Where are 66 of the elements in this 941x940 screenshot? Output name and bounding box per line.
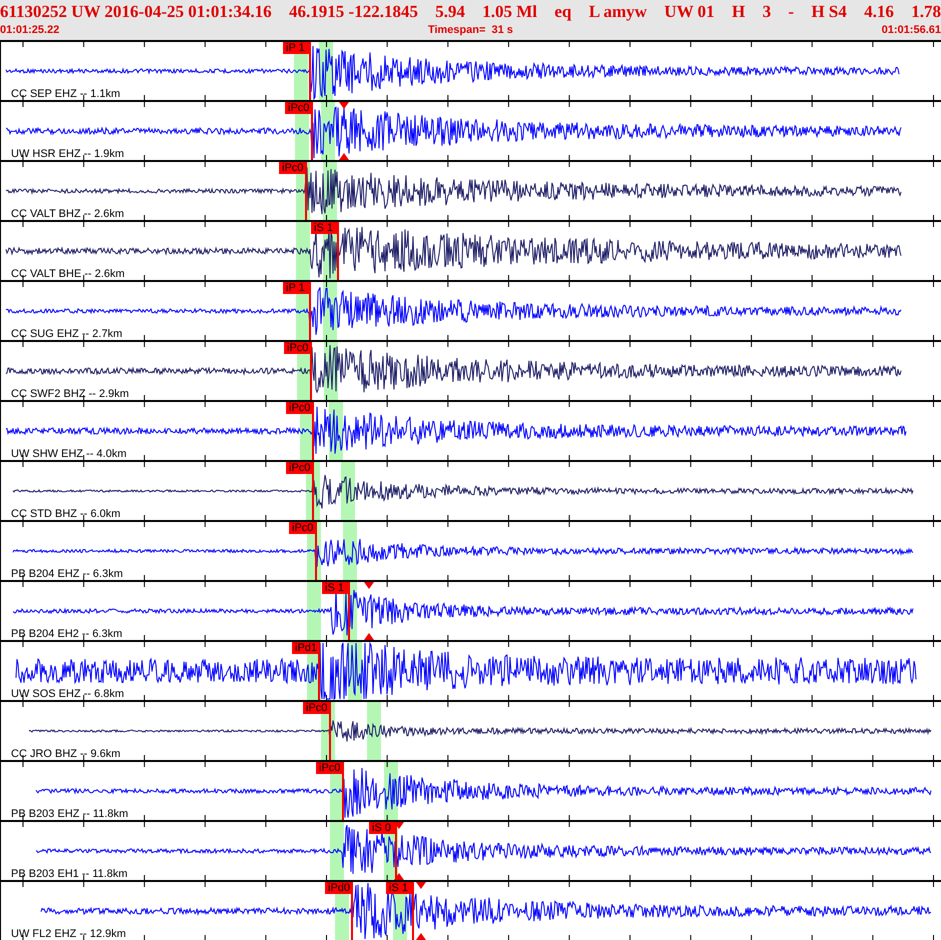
- pick-label[interactable]: iPc0: [289, 522, 316, 534]
- pick-line: [329, 702, 331, 760]
- event-summary-field: eq: [554, 2, 572, 22]
- pick-line: [305, 162, 307, 220]
- time-window-band: [367, 702, 381, 760]
- station-label: CC VALT BHE -- 2.6km: [11, 268, 125, 280]
- station-label: CC SWF2 BHZ -- 2.9km: [11, 388, 129, 400]
- pick-line: [348, 582, 350, 640]
- event-summary-field: 3: [762, 2, 771, 22]
- event-summary-field: 5.94: [435, 2, 466, 22]
- pick-label[interactable]: iP 1: [283, 42, 310, 54]
- event-summary-field: 61130252 UW 2016-04-25 01:01:34.16: [0, 2, 272, 22]
- event-summary-field: 46.1915 -122.1845: [289, 2, 418, 22]
- pick-label[interactable]: iPc0: [279, 162, 306, 174]
- start-time: 01:01:25.22: [0, 23, 60, 37]
- event-summary-field: 1.78: [911, 2, 941, 22]
- station-label: CC VALT BHZ -- 2.6km: [11, 208, 124, 220]
- event-summary-field: -: [788, 2, 794, 22]
- pick-line: [315, 522, 317, 580]
- pick-label[interactable]: iPc0: [285, 102, 312, 114]
- station-label: PB B204 EHZ -- 6.3km: [11, 568, 123, 580]
- station-label: CC STD BHZ -- 6.0km: [11, 508, 120, 520]
- pick-line: [309, 282, 311, 340]
- pick-line: [312, 462, 314, 520]
- pick-line: [310, 342, 312, 400]
- pick-label[interactable]: iPd0: [325, 882, 352, 894]
- pick-label[interactable]: iPc0: [284, 342, 311, 354]
- pick-label[interactable]: iPc0: [316, 762, 343, 774]
- time-window-band: [307, 582, 321, 640]
- pick-line: [351, 882, 353, 940]
- pick-label[interactable]: iS 1: [386, 882, 413, 894]
- pick-label[interactable]: iPc0: [286, 402, 313, 414]
- station-label: CC JRO BHZ -- 9.6km: [11, 748, 120, 760]
- event-summary-field: 4.16: [864, 2, 894, 22]
- time-window-band: [296, 222, 310, 280]
- pick-line: [412, 882, 414, 940]
- station-label: UW SOS EHZ -- 6.8km: [11, 688, 124, 700]
- pick-line: [318, 642, 320, 700]
- pick-line: [342, 762, 344, 820]
- pick-label[interactable]: iPc0: [303, 702, 330, 714]
- station-label: UW SHW EHZ -- 4.0km: [11, 448, 126, 460]
- time-window-band: [330, 822, 344, 880]
- station-label: PB B203 EHZ -- 11.8km: [11, 808, 128, 820]
- pick-label[interactable]: iS 1: [311, 222, 338, 234]
- station-label: PB B204 EH2 -- 6.3km: [11, 628, 122, 640]
- timespan-label: Timespan= 31 s: [428, 23, 514, 37]
- station-label: CC SEP EHZ -- 1.1km: [11, 88, 120, 100]
- event-summary-field: H S4: [811, 2, 847, 22]
- station-label: PB B203 EH1 -- 11.8km: [11, 868, 128, 880]
- pick-line: [309, 42, 311, 100]
- pick-line: [312, 402, 314, 460]
- pick-line: [337, 222, 339, 280]
- end-time: 01:01:56.61: [882, 23, 941, 37]
- event-summary-field: H: [732, 2, 746, 22]
- pick-label[interactable]: iPc0: [286, 462, 313, 474]
- pick-label[interactable]: iS 1: [322, 582, 349, 594]
- pick-line: [311, 102, 313, 160]
- station-label: UW FL2 EHZ -- 12.9km: [11, 928, 126, 940]
- event-summary-field: UW 01: [664, 2, 715, 22]
- station-label: UW HSR EHZ -- 1.9km: [11, 148, 124, 160]
- event-summary-field: L amyw: [588, 2, 647, 22]
- pick-label[interactable]: iPd1: [292, 642, 319, 654]
- pick-label[interactable]: iP 1: [283, 282, 310, 294]
- station-label: CC SUG EHZ -- 2.7km: [11, 328, 122, 340]
- event-summary-field: 1.05 Ml: [482, 2, 538, 22]
- pick-label[interactable]: iS 0: [369, 822, 396, 834]
